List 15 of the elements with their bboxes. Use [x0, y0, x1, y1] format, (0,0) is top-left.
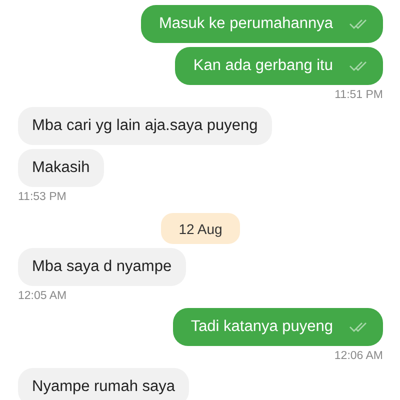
message-time: 11:53 PM: [18, 191, 66, 203]
message-text: Mba cari yg lain aja.saya puyeng: [32, 117, 258, 135]
message-text: Masuk ke perumahannya: [158, 15, 333, 33]
date-divider: 12 Aug: [160, 213, 240, 244]
message-time: 12:05 AM: [18, 290, 67, 302]
double-check-icon: [349, 18, 369, 30]
message-text: Nyampe rumah saya: [32, 378, 176, 396]
double-check-icon: [349, 321, 369, 333]
message-time: 11:51 PM: [334, 89, 383, 101]
message-time: 12:06 AM: [334, 350, 383, 362]
message-text: Makasih: [32, 159, 90, 177]
message-text: Mba saya d nyampe: [32, 258, 172, 276]
message-text: Kan ada gerbang itu: [193, 57, 333, 75]
double-check-icon: [349, 60, 369, 72]
message-text: Tadi katanya puyeng: [190, 318, 333, 336]
